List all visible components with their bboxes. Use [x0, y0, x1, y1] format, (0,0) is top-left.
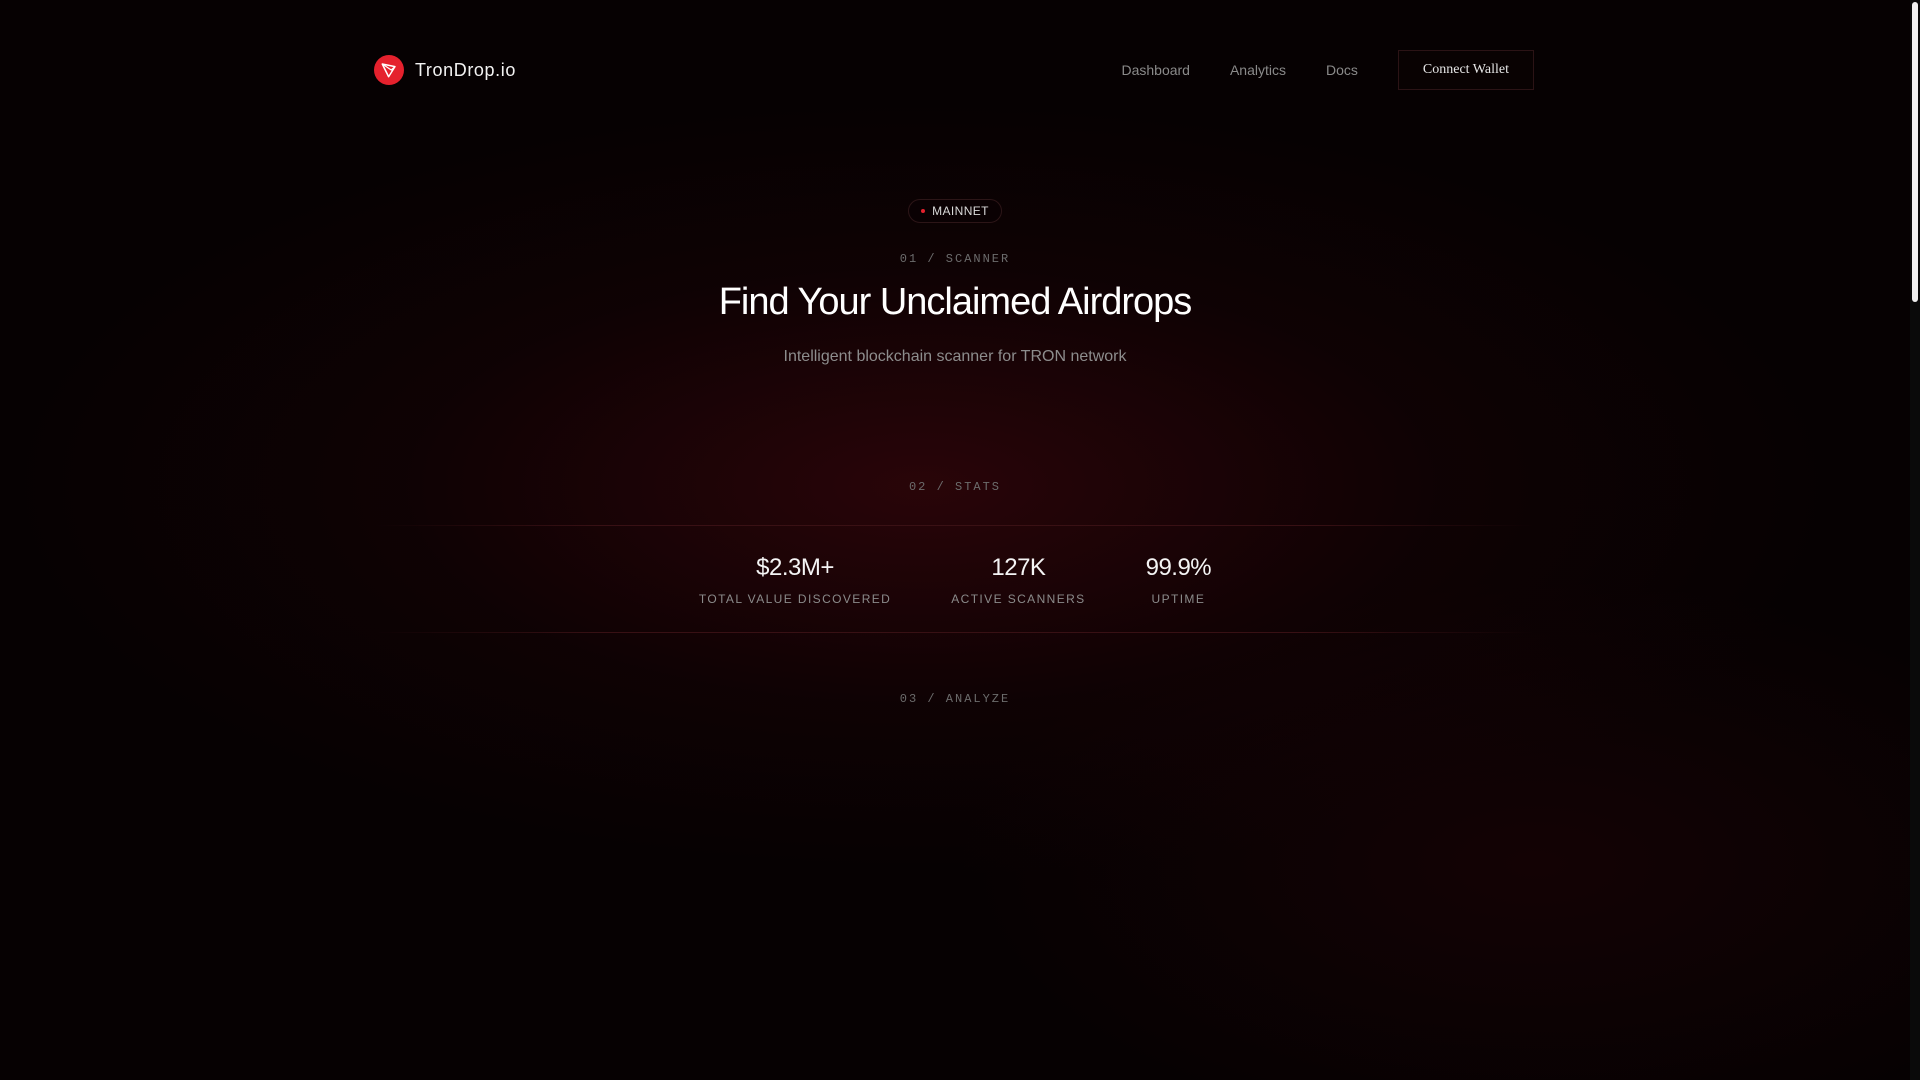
stat-label: UPTIME: [1151, 592, 1206, 606]
brand-name: TronDrop.io: [415, 59, 516, 80]
page: TronDrop.io Dashboard Analytics Docs Con…: [0, 0, 1920, 1080]
stat-total-value: $2.3M+ TOTAL VALUE DISCOVERED: [699, 554, 891, 606]
stat-value: $2.3M+: [756, 554, 834, 581]
network-badge-row: MAINNET: [0, 199, 1910, 223]
stats-divider-bottom: [374, 632, 1534, 633]
nav-link-analytics[interactable]: Analytics: [1230, 62, 1286, 78]
stat-uptime: 99.9% UPTIME: [1146, 554, 1212, 606]
top-header: TronDrop.io Dashboard Analytics Docs Con…: [374, 48, 1534, 92]
section-label-analyze: 03 / ANALYZE: [899, 692, 1011, 706]
hero-title: Find Your Unclaimed Airdrops: [718, 281, 1193, 323]
stats-divider-top: [374, 525, 1534, 526]
connect-wallet-button[interactable]: Connect Wallet: [1397, 50, 1534, 90]
stat-value: 99.9%: [1145, 554, 1212, 581]
stat-value: 127K: [991, 554, 1046, 581]
status-dot-icon: [921, 209, 926, 213]
network-badge: MAINNET: [908, 199, 1002, 223]
tron-logo-icon: [374, 55, 404, 85]
tron-logo-glyph: [381, 63, 396, 78]
stat-active-scanners: 127K ACTIVE SCANNERS: [951, 554, 1085, 606]
stat-label: TOTAL VALUE DISCOVERED: [698, 592, 892, 606]
hero-subtitle: Intelligent blockchain scanner for TRON …: [783, 348, 1127, 365]
brand[interactable]: TronDrop.io: [374, 55, 516, 85]
page-scrollbar[interactable]: [1910, 0, 1920, 1080]
stats-row: $2.3M+ TOTAL VALUE DISCOVERED 127K ACTIV…: [0, 554, 1910, 606]
scrollbar-thumb[interactable]: [1912, 2, 1918, 302]
section-label-stats: 02 / STATS: [908, 480, 1001, 494]
nav-link-docs[interactable]: Docs: [1326, 62, 1358, 78]
nav-link-dashboard[interactable]: Dashboard: [1121, 62, 1190, 78]
main-nav: Dashboard Analytics Docs Connect Wallet: [1121, 50, 1534, 90]
network-badge-label: MAINNET: [932, 204, 989, 218]
stat-label: ACTIVE SCANNERS: [951, 592, 1086, 606]
section-label-scanner: 01 / SCANNER: [899, 252, 1011, 266]
